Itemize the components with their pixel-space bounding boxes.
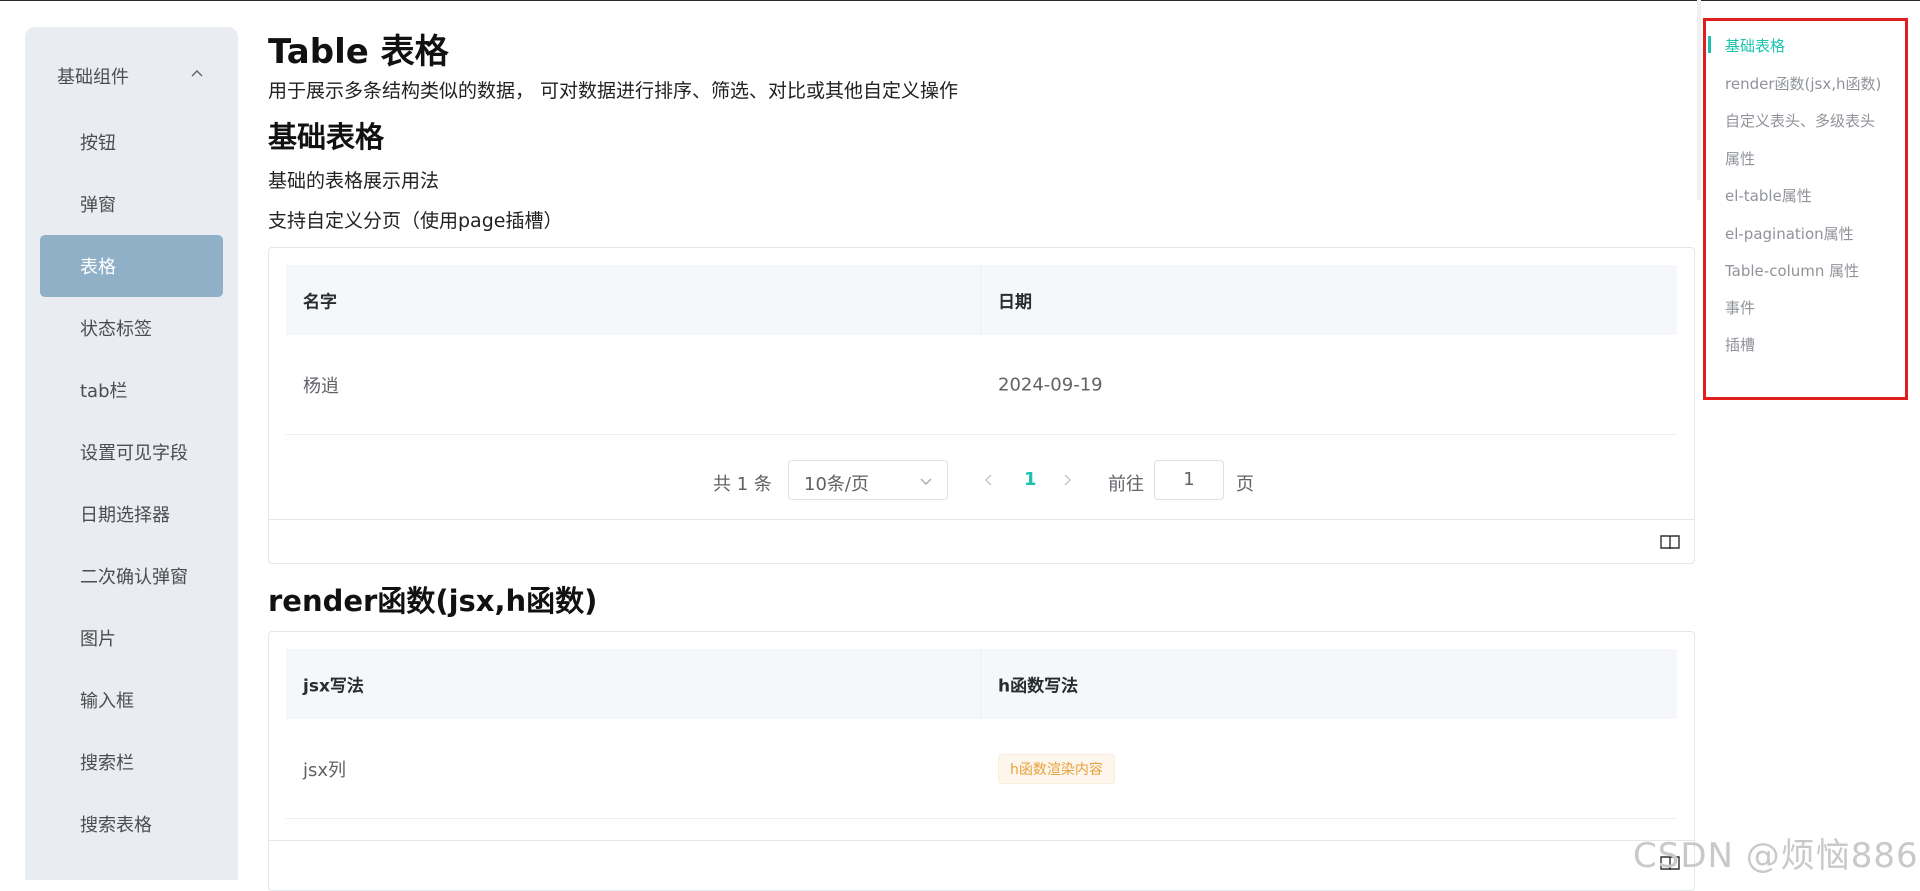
page-size-select[interactable]: 10条/页 — [788, 460, 948, 500]
basic-table-description: 基础的表格展示用法 — [268, 170, 440, 192]
sidebar-item-label: 状态标签 — [80, 319, 152, 340]
column-header-jsx[interactable]: jsx写法 — [303, 672, 364, 697]
prev-page-icon[interactable] — [981, 470, 997, 490]
column-header-name[interactable]: 名字 — [303, 288, 337, 313]
page-size-value: 10条/页 — [804, 474, 869, 495]
status-badge: h函数渲染内容 — [998, 753, 1115, 784]
sidebar-item-label: 搜索栏 — [80, 753, 134, 774]
sidebar-item-table[interactable]: 表格 — [40, 235, 223, 297]
toc-item-attributes[interactable]: 属性 — [1725, 148, 1755, 169]
column-header-h-function[interactable]: h函数写法 — [998, 672, 1078, 697]
page-number-current[interactable]: 1 — [1024, 469, 1037, 490]
column-header-date[interactable]: 日期 — [998, 288, 1032, 313]
table-header: 名字 日期 — [286, 265, 1677, 335]
chevron-up-icon — [191, 70, 203, 77]
sidebar-item-tab-bar[interactable]: tab栏 — [40, 359, 223, 421]
sidebar-item-dialog[interactable]: 弹窗 — [40, 173, 223, 235]
sidebar-item-date-picker[interactable]: 日期选择器 — [40, 483, 223, 545]
watermark: CSDN @烦恼886 — [1633, 836, 1919, 876]
main-content: Table 表格 用于展示多条结构类似的数据， 可对数据进行排序、筛选、对比或其… — [268, 0, 1695, 891]
chevron-down-icon — [920, 478, 932, 485]
sidebar-item-label: tab栏 — [80, 381, 128, 402]
toc-item-el-pagination-attributes[interactable]: el-pagination属性 — [1725, 223, 1854, 244]
sidebar-item-visible-fields[interactable]: 设置可见字段 — [40, 421, 223, 483]
sidebar-item-label: 图片 — [80, 629, 116, 650]
section-title-basic-table: 基础表格 — [268, 120, 385, 154]
table-header: jsx写法 h函数写法 — [286, 649, 1677, 719]
toc-item-events[interactable]: 事件 — [1725, 297, 1755, 318]
demo-card-basic-table: 名字 日期 杨逍 2024-09-19 共 1 条 10条/页 1 前往 1 页 — [268, 247, 1695, 564]
section-title-render-function: render函数(jsx,h函数) — [268, 584, 598, 618]
sidebar-item-label: 输入框 — [80, 691, 134, 712]
toc-item-custom-header[interactable]: 自定义表头、多级表头 — [1725, 110, 1875, 131]
sidebar-group-label: 基础组件 — [57, 67, 129, 88]
column-divider — [980, 265, 981, 335]
cell-name: 杨逍 — [303, 375, 339, 397]
sidebar-item-label: 搜索表格 — [80, 815, 152, 836]
pagination: 共 1 条 10条/页 1 前往 1 页 — [269, 460, 1696, 504]
cell-date: 2024-09-19 — [998, 374, 1103, 395]
sidebar-item-confirm-dialog[interactable]: 二次确认弹窗 — [40, 545, 223, 607]
view-source-icon[interactable] — [1660, 533, 1680, 551]
table-row[interactable]: jsx列 h函数渲染内容 — [286, 719, 1677, 819]
sidebar-item-search-table[interactable]: 搜索表格 — [40, 793, 223, 855]
toc-item-basic-table[interactable]: 基础表格 — [1725, 35, 1785, 56]
card-footer — [269, 519, 1694, 564]
toc-active-indicator — [1708, 36, 1711, 53]
sidebar-item-label: 弹窗 — [80, 195, 116, 216]
toc-item-el-table-attributes[interactable]: el-table属性 — [1725, 185, 1812, 206]
sidebar-item-input[interactable]: 输入框 — [40, 669, 223, 731]
toc-item-table-column-attributes[interactable]: Table-column 属性 — [1725, 260, 1859, 281]
sidebar-item-label: 二次确认弹窗 — [80, 567, 188, 588]
sidebar-nav: 基础组件 按钮 弹窗 表格 状态标签 tab栏 设置可见字段 日期选择器 二次确… — [25, 27, 238, 880]
demo-card-render-function: jsx写法 h函数写法 jsx列 h函数渲染内容 — [268, 631, 1695, 891]
sidebar-item-label: 按钮 — [80, 133, 116, 154]
basic-table-pagination-note: 支持自定义分页（使用page插槽） — [268, 210, 563, 232]
pagination-total: 共 1 条 — [713, 474, 772, 495]
goto-page-input[interactable]: 1 — [1154, 460, 1224, 500]
page-description: 用于展示多条结构类似的数据， 可对数据进行排序、筛选、对比或其他自定义操作 — [268, 80, 959, 102]
sidebar-item-label: 日期选择器 — [80, 505, 170, 526]
pagination-goto-label: 前往 — [1108, 474, 1144, 495]
sidebar-item-image[interactable]: 图片 — [40, 607, 223, 669]
sidebar-item-search-bar[interactable]: 搜索栏 — [40, 731, 223, 793]
cell-jsx: jsx列 — [303, 759, 347, 781]
toc-item-slots[interactable]: 插槽 — [1725, 334, 1755, 355]
column-divider — [980, 649, 981, 719]
card-footer — [269, 840, 1694, 885]
sidebar-item-status-tag[interactable]: 状态标签 — [40, 297, 223, 359]
sidebar-item-label: 设置可见字段 — [80, 443, 188, 464]
scrollbar-thumb[interactable] — [1697, 0, 1701, 200]
sidebar-item-label: 表格 — [80, 257, 116, 278]
page-title: Table 表格 — [268, 32, 449, 72]
pagination-page-label: 页 — [1236, 474, 1254, 495]
toc-item-render-function[interactable]: render函数(jsx,h函数) — [1725, 73, 1881, 94]
table-row[interactable]: 杨逍 2024-09-19 — [286, 335, 1677, 435]
sidebar-item-button[interactable]: 按钮 — [40, 111, 223, 173]
next-page-icon[interactable] — [1059, 470, 1075, 490]
